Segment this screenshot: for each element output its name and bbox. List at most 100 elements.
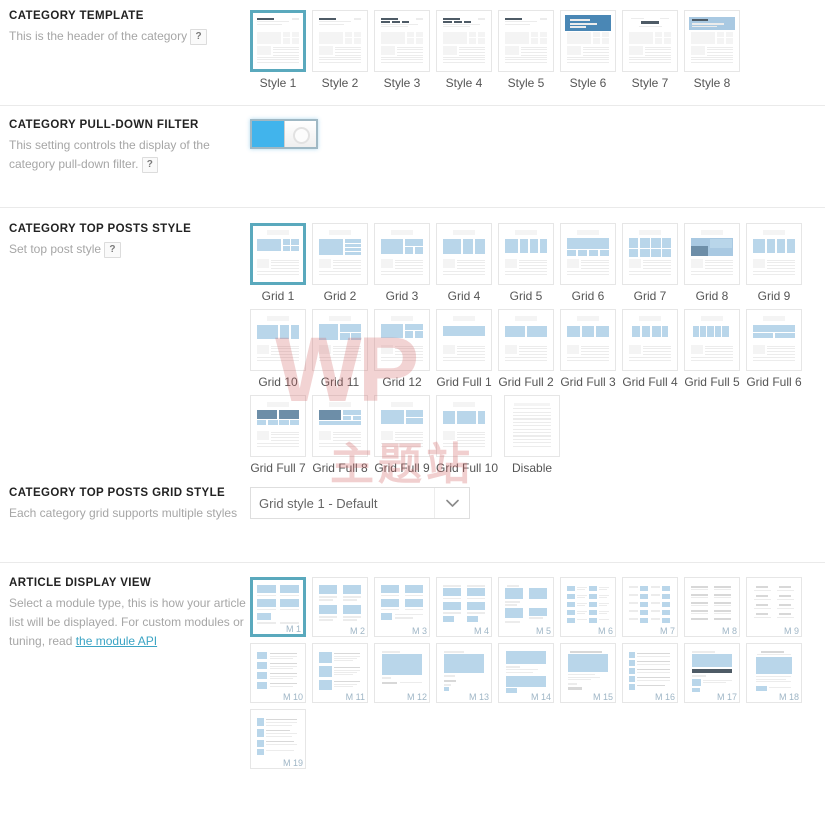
thumbnail-inline-label: M 14 <box>529 692 552 702</box>
category-top-posts-style-option[interactable]: Disable <box>504 395 561 475</box>
thumbnail-layout-art <box>689 582 735 632</box>
module-api-link[interactable]: the module API <box>76 634 157 648</box>
category-top-posts-style-option[interactable]: Grid 12 <box>374 309 430 389</box>
category-top-posts-style-option[interactable]: Grid Full 4 <box>622 309 678 389</box>
article-display-view-option[interactable]: M 6 <box>560 577 616 637</box>
section-description: Each category grid supports multiple sty… <box>9 506 238 520</box>
thumbnail-layout-art <box>441 15 487 67</box>
category-top-posts-style-option[interactable]: Grid 3 <box>374 223 430 303</box>
thumbnail-caption: Style 5 <box>507 76 545 90</box>
category-template-option[interactable]: Style 7 <box>622 10 678 90</box>
help-icon[interactable]: ? <box>141 157 158 173</box>
category-template-option[interactable]: Style 1 <box>250 10 306 90</box>
article-display-view-option[interactable]: M 11 <box>312 643 368 703</box>
thumbnail-preview: M 17 <box>684 643 740 703</box>
article-display-view-option[interactable]: M 13 <box>436 643 492 703</box>
category-top-posts-style-option[interactable]: Grid 1 <box>250 223 306 303</box>
article-display-view-option[interactable]: M 4 <box>436 577 492 637</box>
category-top-posts-style-option[interactable]: Grid 5 <box>498 223 554 303</box>
thumbnail-preview <box>250 10 306 72</box>
article-display-view-option[interactable]: M 17 <box>684 643 740 703</box>
category-template-option[interactable]: Style 6 <box>560 10 616 90</box>
category-top-posts-style-option[interactable]: Grid Full 5 <box>684 309 740 389</box>
section-description: Set top post style ? <box>9 240 250 259</box>
category-template-thumbnail-list: Style 1 Style 2 Style 3 Style 4 Style 5 Style… <box>250 10 817 96</box>
thumbnail-layout-art <box>317 15 363 67</box>
category-top-posts-style-option[interactable]: Grid 2 <box>312 223 368 303</box>
category-top-posts-style-option[interactable]: Grid 10 <box>250 309 306 389</box>
category-template-option[interactable]: Style 8 <box>684 10 740 90</box>
help-icon[interactable]: ? <box>190 29 207 45</box>
category-top-posts-style-option[interactable]: Grid 11 <box>312 309 368 389</box>
thumbnail-caption: Grid Full 5 <box>684 375 740 389</box>
thumbnail-inline-label: M 17 <box>715 692 738 702</box>
category-top-posts-style-option[interactable]: Grid 6 <box>560 223 616 303</box>
article-display-view-option[interactable]: M 18 <box>746 643 802 703</box>
thumbnail-caption: Style 8 <box>693 76 731 90</box>
article-display-view-option[interactable]: M 10 <box>250 643 306 703</box>
thumbnail-preview: M 11 <box>312 643 368 703</box>
category-top-posts-style-option[interactable]: Grid Full 8 <box>312 395 368 475</box>
category-top-posts-style-option[interactable]: Grid 4 <box>436 223 492 303</box>
article-display-view-option[interactable]: M 12 <box>374 643 430 703</box>
thumbnail-layout-art <box>317 400 363 452</box>
category-template-option[interactable]: Style 4 <box>436 10 492 90</box>
help-icon[interactable]: ? <box>104 242 121 258</box>
category-top-posts-style-option[interactable]: Grid Full 10 <box>436 395 498 475</box>
category-top-posts-style-option[interactable]: Grid Full 2 <box>498 309 554 389</box>
article-display-view-option[interactable]: M 8 <box>684 577 740 637</box>
thumbnail-preview <box>312 309 368 371</box>
thumbnail-inline-label: M 11 <box>344 692 366 702</box>
thumbnail-preview: M 5 <box>498 577 554 637</box>
thumbnail-inline-label: M 12 <box>405 692 428 702</box>
article-display-view-option[interactable]: M 14 <box>498 643 554 703</box>
category-top-posts-style-option[interactable]: Grid 7 <box>622 223 678 303</box>
thumbnail-inline-label: M 13 <box>467 692 490 702</box>
article-display-view-option[interactable]: M 7 <box>622 577 678 637</box>
thumbnail-layout-art <box>689 314 735 366</box>
category-pull-down-filter-toggle[interactable] <box>250 119 318 149</box>
thumbnail-layout-art <box>627 228 673 280</box>
thumbnail-layout-art <box>689 15 735 67</box>
thumbnail-inline-label: M 15 <box>591 692 614 702</box>
thumbnail-preview <box>684 10 740 72</box>
thumbnail-caption: Grid 11 <box>320 375 360 389</box>
category-top-posts-style-option[interactable]: Grid Full 1 <box>436 309 492 389</box>
toggle-on-track <box>252 121 284 147</box>
category-top-posts-style-option[interactable]: Grid 9 <box>746 223 802 303</box>
thumbnail-caption: Disable <box>512 461 553 475</box>
category-top-posts-style-option[interactable]: Grid Full 6 <box>746 309 802 389</box>
category-template-option[interactable]: Style 3 <box>374 10 430 90</box>
grid-style-select[interactable]: Grid style 1 - Default <box>250 487 470 519</box>
article-display-view-option[interactable]: M 5 <box>498 577 554 637</box>
category-top-posts-style-option[interactable]: Grid 8 <box>684 223 740 303</box>
category-top-posts-style-option[interactable]: Grid Full 3 <box>560 309 616 389</box>
description-text: This setting controls the display of the… <box>9 138 210 171</box>
thumbnail-preview <box>250 223 306 285</box>
toggle-knob <box>283 121 316 147</box>
page-title-article-display-view: ARTICLE DISPLAY VIEW <box>9 577 152 589</box>
article-display-view-option[interactable]: M 3 <box>374 577 430 637</box>
thumbnail-layout-art <box>689 228 735 280</box>
article-display-view-option[interactable]: M 9 <box>746 577 802 637</box>
article-display-view-option[interactable]: M 19 <box>250 709 306 769</box>
category-template-option[interactable]: Style 5 <box>498 10 554 90</box>
thumbnail-caption: Grid Full 6 <box>746 375 802 389</box>
article-display-view-option[interactable]: M 15 <box>560 643 616 703</box>
category-top-posts-style-option[interactable]: Grid Full 9 <box>374 395 430 475</box>
article-display-view-thumbnail-list: M 1 M 2 M 3 M 4 M 5 M 6 M 7 M 8 M 9 M 10 M 11 M 12 M… <box>250 577 817 775</box>
category-top-posts-style-option[interactable]: Grid Full 7 <box>250 395 306 475</box>
thumbnail-layout-art <box>627 648 673 698</box>
thumbnail-preview <box>436 395 492 457</box>
page-title-category-top-posts-grid-style: CATEGORY TOP POSTS GRID STYLE <box>9 487 226 499</box>
category-template-option[interactable]: Style 2 <box>312 10 368 90</box>
thumbnail-preview: M 9 <box>746 577 802 637</box>
thumbnail-caption: Style 1 <box>259 76 297 90</box>
thumbnail-preview: M 18 <box>746 643 802 703</box>
thumbnail-caption: Grid Full 1 <box>436 375 492 389</box>
thumbnail-inline-label: M 6 <box>596 626 614 636</box>
article-display-view-option[interactable]: M 2 <box>312 577 368 637</box>
article-display-view-option[interactable]: M 16 <box>622 643 678 703</box>
thumbnail-layout-art <box>565 648 611 698</box>
article-display-view-option[interactable]: M 1 <box>250 577 306 637</box>
